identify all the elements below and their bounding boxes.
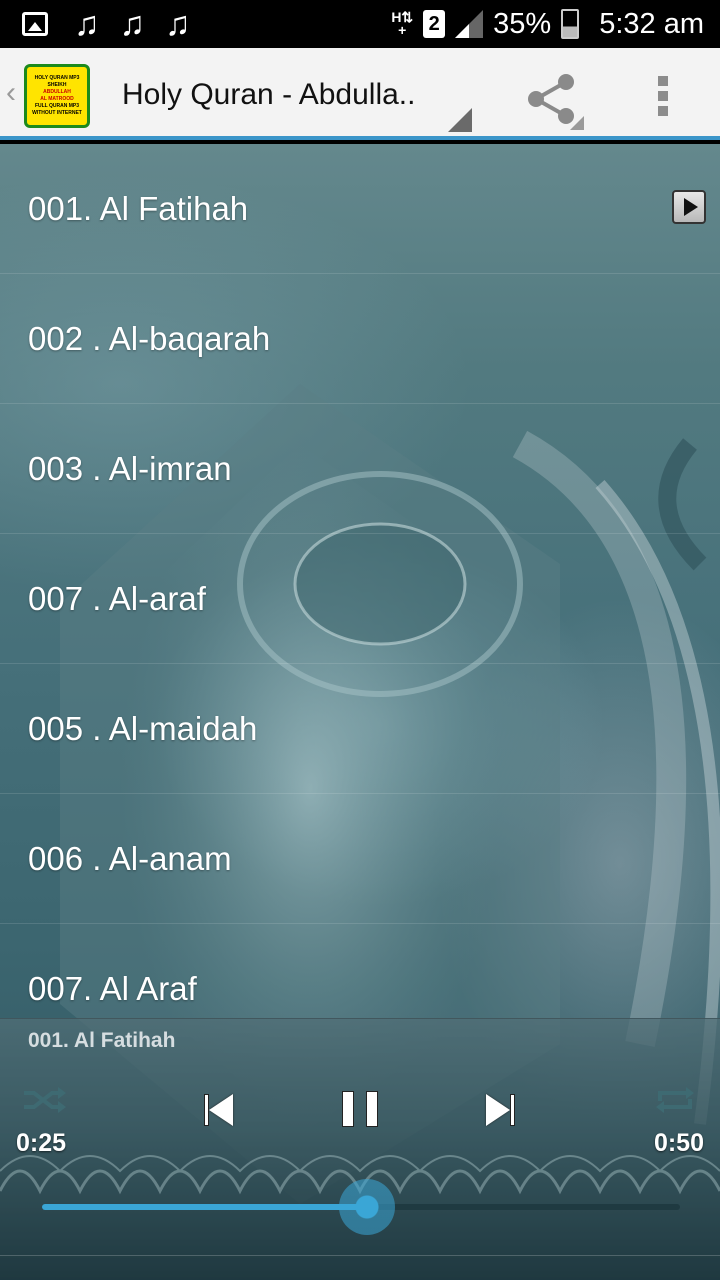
seek-progress [42,1204,368,1210]
previous-icon[interactable] [204,1091,236,1129]
track-title: 007 . Al-araf [28,580,206,617]
list-item[interactable]: 001. Al Fatihah [0,144,720,274]
back-chevron-icon[interactable]: ‹ [6,76,16,110]
play-icon[interactable] [672,190,706,224]
logo-line: WITHOUT INTERNET [32,110,82,116]
pause-icon[interactable] [342,1091,378,1129]
notification-icons: ♫ ♫ ♫ [0,7,191,41]
elapsed-time: 0:25 [16,1129,67,1157]
status-bar: ♫ ♫ ♫ H⇅ + 2 35% 5:32 am [0,0,720,48]
share-dropdown-indicator [570,116,584,130]
track-title: 006 . Al-anam [28,840,232,877]
app-logo[interactable]: HOLY QURAN MP3 SHEIKH ABDULLAH AL MATROO… [24,64,90,128]
player-panel: 001. Al Fatihah 0:25 0:50 [0,1018,720,1280]
logo-line: AL MATROOD [40,96,74,102]
logo-line: FULL QURAN MP3 [34,103,80,109]
sim-icon: 2 [423,10,446,38]
track-title: 003 . Al-imran [28,450,232,487]
track-title: 002 . Al-baqarah [28,320,271,357]
track-list: 001. Al Fatihah 002 . Al-baqarah 003 . A… [0,144,720,1054]
signal-icon [455,10,484,38]
logo-line: SHEIKH [47,82,67,88]
list-item[interactable]: 006 . Al-anam [0,794,720,924]
list-item[interactable]: 005 . Al-maidah [0,664,720,794]
seek-bar[interactable] [42,1179,680,1235]
battery-icon [561,9,580,39]
image-icon [22,12,48,36]
next-icon[interactable] [486,1091,518,1129]
music-note-icon: ♫ [165,5,191,43]
ht-data-icon: H⇅ + [391,9,414,38]
clock: 5:32 am [599,7,704,40]
logo-line: ABDULLAH [43,89,71,95]
system-icons: H⇅ + 2 35% 5:32 am [391,0,704,48]
track-title: 007. Al Araf [28,970,197,1007]
action-bar: ‹ HOLY QURAN MP3 SHEIKH ABDULLAH AL MATR… [0,48,720,140]
battery-percent: 35% [493,7,552,40]
track-title: 005 . Al-maidah [28,710,258,747]
music-note-icon: ♫ [74,5,100,43]
app-title[interactable]: Holy Quran - Abdulla.. [122,78,415,112]
now-playing-title: 001. Al Fatihah [28,1029,176,1052]
logo-line: HOLY QURAN MP3 [34,75,80,81]
seek-thumb[interactable] [339,1179,396,1235]
track-title: 001. Al Fatihah [28,190,249,227]
overflow-menu-icon[interactable] [650,72,676,120]
list-item[interactable]: 003 . Al-imran [0,404,720,534]
list-item[interactable]: 002 . Al-baqarah [0,274,720,404]
total-time: 0:50 [653,1129,704,1157]
divider [0,1255,720,1256]
repeat-icon[interactable] [654,1085,696,1115]
title-dropdown-indicator [448,108,472,132]
shuffle-icon[interactable] [22,1085,66,1115]
list-item[interactable]: 007 . Al-araf [0,534,720,664]
music-note-icon: ♫ [119,5,146,43]
